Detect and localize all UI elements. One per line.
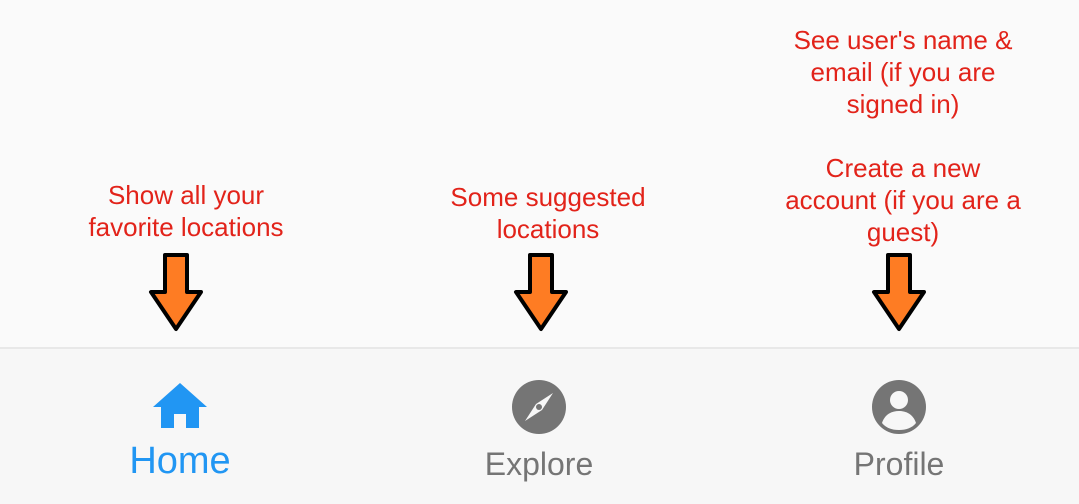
home-annotation-line2: favorite locations (88, 212, 284, 242)
nav-item-profile[interactable]: Profile (749, 349, 1049, 504)
explore-annotation: Some suggested locations (428, 181, 668, 245)
arrow-down-icon (514, 253, 568, 331)
explore-annotation-line2: locations (496, 214, 600, 244)
nav-label-profile: Profile (853, 446, 945, 482)
profile-annotation-line4: Create a new (825, 153, 981, 183)
profile-annotation-line1: See user's name & (793, 25, 1013, 55)
nav-item-explore[interactable]: Explore (389, 349, 689, 504)
nav-label-home: Home (129, 440, 231, 482)
account-circle-icon (872, 380, 926, 434)
home-annotation: Show all your favorite locations (66, 179, 306, 243)
arrow-down-icon (149, 253, 203, 331)
profile-annotation: See user's name & email (if you are sign… (763, 24, 1043, 248)
arrow-down-icon (872, 253, 926, 331)
bottom-navigation-bar: Home Explore Profile (0, 347, 1079, 504)
screen: Show all your favorite locations Some su… (0, 0, 1079, 504)
nav-label-explore: Explore (484, 446, 594, 482)
home-annotation-line1: Show all your (107, 180, 265, 210)
profile-annotation-line6: guest) (866, 217, 940, 247)
home-icon (153, 383, 207, 428)
profile-annotation-line2: email (if you are (810, 57, 996, 87)
explore-annotation-line1: Some suggested (450, 182, 646, 212)
profile-annotation-line3: signed in) (846, 89, 960, 119)
compass-icon (512, 380, 566, 434)
nav-item-home[interactable]: Home (30, 349, 330, 504)
profile-annotation-line5: account (if you are a (785, 185, 1021, 215)
